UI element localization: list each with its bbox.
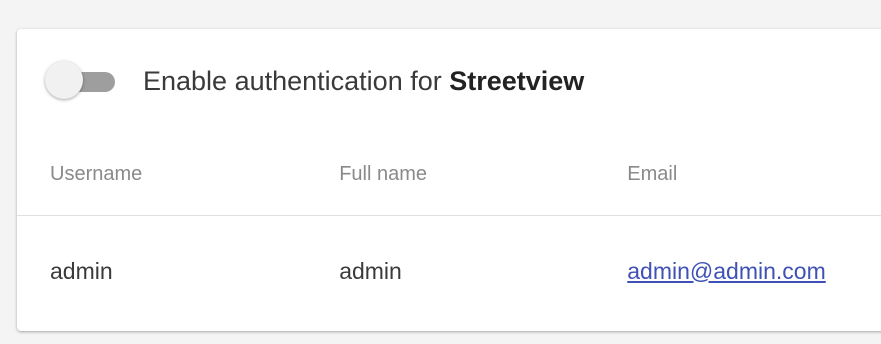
column-header-full-name: Full name	[339, 133, 628, 216]
column-header-email: Email	[627, 133, 881, 216]
cell-email: admin@admin.com	[627, 216, 881, 327]
switch-thumb[interactable]	[45, 61, 83, 99]
cell-username: admin	[50, 257, 113, 284]
cell-full-name: admin	[339, 257, 402, 284]
table-header-row: Username Full name Email	[17, 133, 881, 216]
column-header-username: Username	[17, 133, 340, 216]
enable-auth-label: Enable authentication for Streetview	[143, 66, 584, 97]
auth-settings-card: Enable authentication for Streetview Use…	[17, 29, 881, 331]
email-link[interactable]: admin@admin.com	[627, 258, 825, 284]
users-table: Username Full name Email admin admin adm…	[17, 133, 881, 326]
enable-auth-label-prefix: Enable authentication for	[143, 65, 442, 96]
auth-toggle-row: Enable authentication for Streetview	[45, 59, 584, 103]
service-name: Streetview	[449, 65, 585, 96]
enable-auth-switch[interactable]	[45, 61, 119, 101]
table-row: admin admin admin@admin.com	[17, 216, 881, 327]
